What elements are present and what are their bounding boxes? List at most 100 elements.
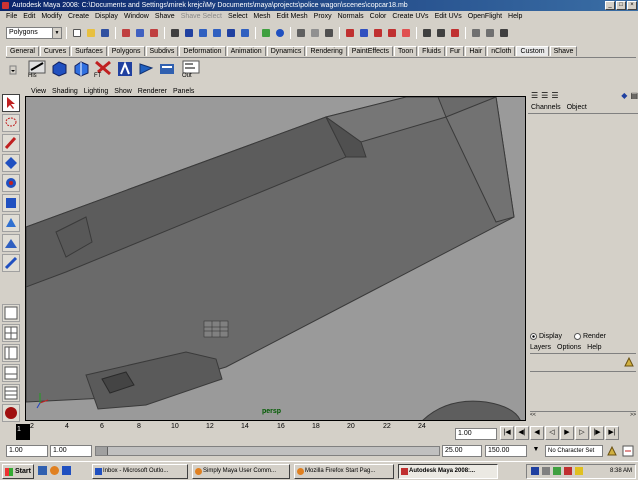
shelf-tab-hair[interactable]: Hair bbox=[465, 46, 487, 56]
shelf-menu-icon[interactable] bbox=[8, 60, 26, 78]
scroll-right-icon[interactable]: >> bbox=[630, 412, 636, 418]
menu-set-selector[interactable]: Polygons ▼ bbox=[6, 26, 62, 39]
menu-mesh[interactable]: Mesh bbox=[250, 13, 273, 20]
range-bar[interactable] bbox=[95, 446, 440, 456]
character-set-chevron-icon[interactable]: ▼ bbox=[530, 446, 542, 458]
menu-modify[interactable]: Modify bbox=[38, 13, 65, 20]
snap-point-icon[interactable] bbox=[225, 27, 237, 39]
deform-icon[interactable] bbox=[400, 27, 412, 39]
menu-file[interactable]: File bbox=[3, 13, 20, 20]
start-button[interactable]: Start bbox=[2, 464, 34, 479]
close-button[interactable]: × bbox=[627, 1, 637, 10]
shelf-tab-rendering[interactable]: Rendering bbox=[306, 46, 347, 56]
layer-list-icon[interactable]: ☰ bbox=[551, 91, 558, 100]
soft-mod-tool-icon[interactable] bbox=[2, 234, 20, 252]
panel-menu-panels[interactable]: Panels bbox=[170, 88, 197, 95]
outliner-button[interactable]: Out bbox=[182, 60, 200, 79]
snap-curve-icon[interactable] bbox=[211, 27, 223, 39]
panel-menu-show[interactable]: Show bbox=[111, 88, 135, 95]
sound-icon[interactable] bbox=[421, 27, 433, 39]
select-by-object-icon[interactable] bbox=[134, 27, 146, 39]
shelf-layers-icon[interactable] bbox=[158, 60, 176, 78]
save-scene-icon[interactable] bbox=[99, 27, 111, 39]
shelf-tab-fur[interactable]: Fur bbox=[445, 46, 465, 56]
shelf-tab-ncloth[interactable]: nCloth bbox=[487, 46, 516, 56]
menu-shave[interactable]: Shave bbox=[152, 13, 178, 20]
shelf-tab-subdivs[interactable]: Subdivs bbox=[145, 46, 179, 56]
shelf-cube-split-icon[interactable] bbox=[72, 60, 90, 78]
taskbar-item-firefox[interactable]: Mozilla Firefox Start Pag... bbox=[294, 464, 394, 479]
time-ruler[interactable]: 1 2 4 6 8 10 12 14 16 18 20 22 24 bbox=[6, 422, 452, 442]
play-back-icon[interactable]: ◁ bbox=[545, 426, 559, 440]
menu-openflight[interactable]: OpenFlight bbox=[465, 13, 505, 20]
mask-icon[interactable] bbox=[169, 27, 181, 39]
play-forward-icon[interactable]: ▶ bbox=[560, 426, 574, 440]
open-scene-icon[interactable] bbox=[85, 27, 97, 39]
show-tool-settings-icon[interactable] bbox=[484, 27, 496, 39]
manipulator-tool-icon[interactable] bbox=[2, 214, 20, 232]
delete-history-button[interactable]: His bbox=[28, 60, 46, 79]
scroll-left-icon[interactable]: << bbox=[530, 412, 536, 418]
shelf-tab-dynamics[interactable]: Dynamics bbox=[266, 46, 306, 56]
outlook-icon[interactable] bbox=[62, 466, 71, 475]
options-menu[interactable]: Options bbox=[557, 344, 581, 353]
shelf-tab-general[interactable]: General bbox=[6, 46, 39, 56]
speaker-icon[interactable] bbox=[542, 467, 550, 475]
show-attribute-editor-icon[interactable] bbox=[470, 27, 482, 39]
network-icon[interactable] bbox=[553, 467, 561, 475]
taskbar-item-outlook[interactable]: Inbox - Microsoft Outlo... bbox=[92, 464, 188, 479]
playback-start-field[interactable]: 1.00 bbox=[50, 445, 92, 457]
lasso-tool-icon[interactable] bbox=[2, 114, 20, 132]
show-desktop-icon[interactable] bbox=[38, 466, 47, 475]
move-tool-icon[interactable] bbox=[2, 154, 20, 172]
shelf-tab-curves[interactable]: Curves bbox=[39, 46, 71, 56]
go-to-end-icon[interactable]: ▶| bbox=[605, 426, 619, 440]
range-grip[interactable] bbox=[96, 447, 108, 455]
hypershade-icon[interactable] bbox=[358, 27, 370, 39]
hypershade-layout-icon[interactable] bbox=[2, 384, 20, 402]
shelf-tab-polygons[interactable]: Polygons bbox=[107, 46, 145, 56]
single-pane-layout-icon[interactable] bbox=[2, 304, 20, 322]
freeze-transform-button[interactable]: FT bbox=[94, 60, 112, 79]
taskbar-item-simply-maya[interactable]: Simply Maya User Comm... bbox=[192, 464, 290, 479]
shelf-tab-painteffects[interactable]: PaintEffects bbox=[347, 46, 393, 56]
time-slider[interactable]: 1 2 4 6 8 10 12 14 16 18 20 22 24 1.00 |… bbox=[0, 422, 638, 442]
shelf-figure-icon[interactable] bbox=[116, 60, 134, 78]
channel-list-area[interactable] bbox=[530, 116, 636, 326]
layers-menu[interactable]: Layers bbox=[530, 344, 551, 353]
shelf-tab-surfaces[interactable]: Surfaces bbox=[71, 46, 107, 56]
render-icon[interactable] bbox=[309, 27, 321, 39]
menu-edit[interactable]: Edit bbox=[20, 13, 38, 20]
step-forward-icon[interactable]: |▶ bbox=[590, 426, 604, 440]
go-to-start-icon[interactable]: |◀ bbox=[500, 426, 514, 440]
step-back-key-icon[interactable]: ◀ bbox=[530, 426, 544, 440]
persp-outliner-layout-icon[interactable] bbox=[2, 344, 20, 362]
browser-icon[interactable] bbox=[50, 466, 59, 475]
animation-end-field[interactable]: 150.00 bbox=[485, 445, 527, 457]
paint-select-tool-icon[interactable] bbox=[2, 134, 20, 152]
menu-display[interactable]: Display bbox=[92, 13, 121, 20]
shelf-tab-toon[interactable]: Toon bbox=[393, 46, 418, 56]
current-frame-field[interactable]: 1.00 bbox=[455, 428, 497, 440]
layer-scrollbar[interactable]: << >> bbox=[530, 411, 636, 418]
menu-create[interactable]: Create bbox=[65, 13, 92, 20]
menu-select[interactable]: Select bbox=[225, 13, 250, 20]
ipr-render-icon[interactable] bbox=[323, 27, 335, 39]
channel-box-tool-icon[interactable]: ◆ bbox=[621, 91, 627, 100]
shelf-tab-deformation[interactable]: Deformation bbox=[179, 46, 226, 56]
render-view-icon[interactable] bbox=[372, 27, 384, 39]
rotate-tool-icon[interactable] bbox=[2, 174, 20, 192]
scale-tool-icon[interactable] bbox=[2, 194, 20, 212]
menu-color[interactable]: Color bbox=[367, 13, 390, 20]
object-menu[interactable]: Object bbox=[567, 104, 587, 113]
auto-key-icon[interactable] bbox=[606, 445, 618, 457]
perspective-viewport[interactable]: persp bbox=[25, 96, 526, 421]
menu-normals[interactable]: Normals bbox=[335, 13, 367, 20]
select-tool-icon[interactable] bbox=[2, 94, 20, 112]
step-back-icon[interactable]: ◀| bbox=[515, 426, 529, 440]
panel-menu-renderer[interactable]: Renderer bbox=[135, 88, 170, 95]
panel-menu-shading[interactable]: Shading bbox=[49, 88, 81, 95]
minimize-button[interactable]: _ bbox=[605, 1, 615, 10]
playback-end-field[interactable]: 25.00 bbox=[442, 445, 482, 457]
shelf-tab-shave[interactable]: Shave bbox=[549, 46, 578, 56]
